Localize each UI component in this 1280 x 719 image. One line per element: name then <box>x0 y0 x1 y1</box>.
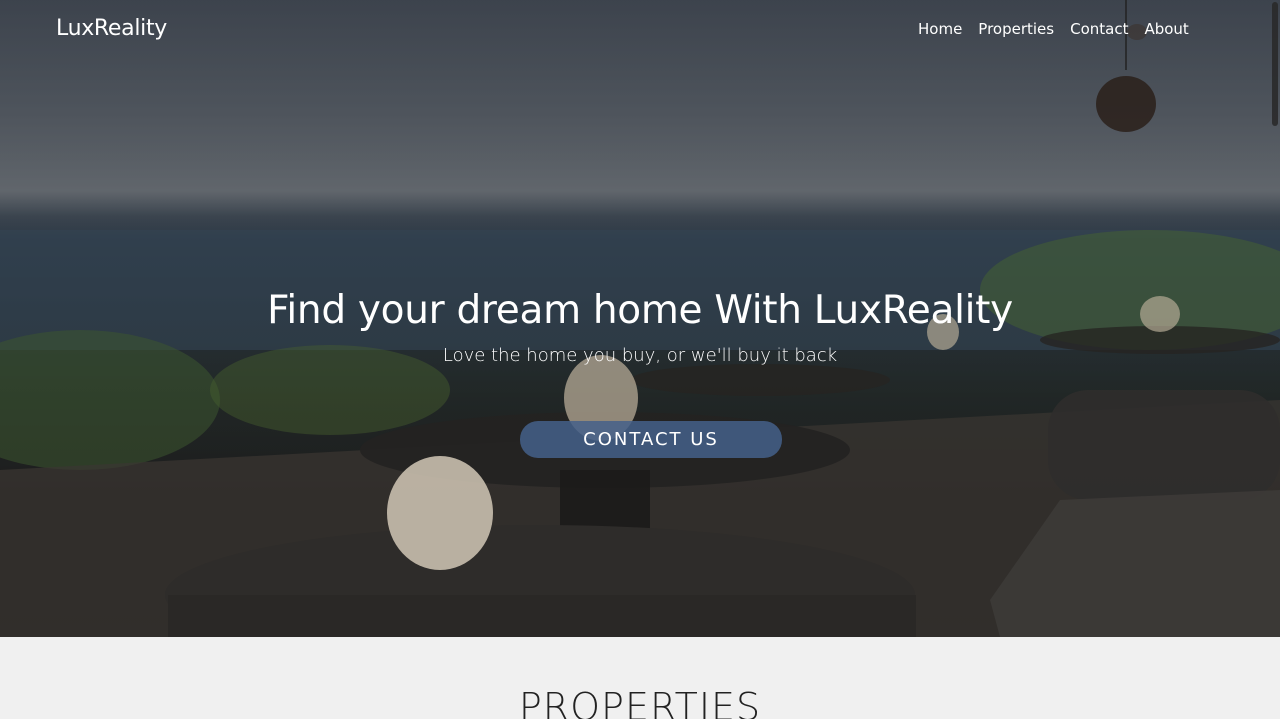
main-nav: Home Properties Contact About <box>910 19 1200 39</box>
properties-heading: PROPERTIES <box>518 685 762 719</box>
hero-title: Find your dream home With LuxReality <box>267 288 1013 333</box>
nav-home-link[interactable]: Home <box>910 19 970 39</box>
contact-us-button[interactable]: Contact Us <box>520 421 782 458</box>
scrollbar-thumb[interactable] <box>1272 2 1278 126</box>
page-scrollbar[interactable] <box>1270 0 1280 719</box>
hero-subtitle: Love the home you buy, or we'll buy it b… <box>442 345 838 366</box>
properties-section: PROPERTIES <box>0 637 1280 719</box>
nav-about-link[interactable]: About <box>1136 19 1196 39</box>
nav-properties-link[interactable]: Properties <box>970 19 1062 39</box>
brand-logo[interactable]: LuxReality <box>56 16 167 41</box>
hero-section: LuxReality Home Properties Contact About… <box>0 0 1280 637</box>
nav-contact-link[interactable]: Contact <box>1062 19 1136 39</box>
